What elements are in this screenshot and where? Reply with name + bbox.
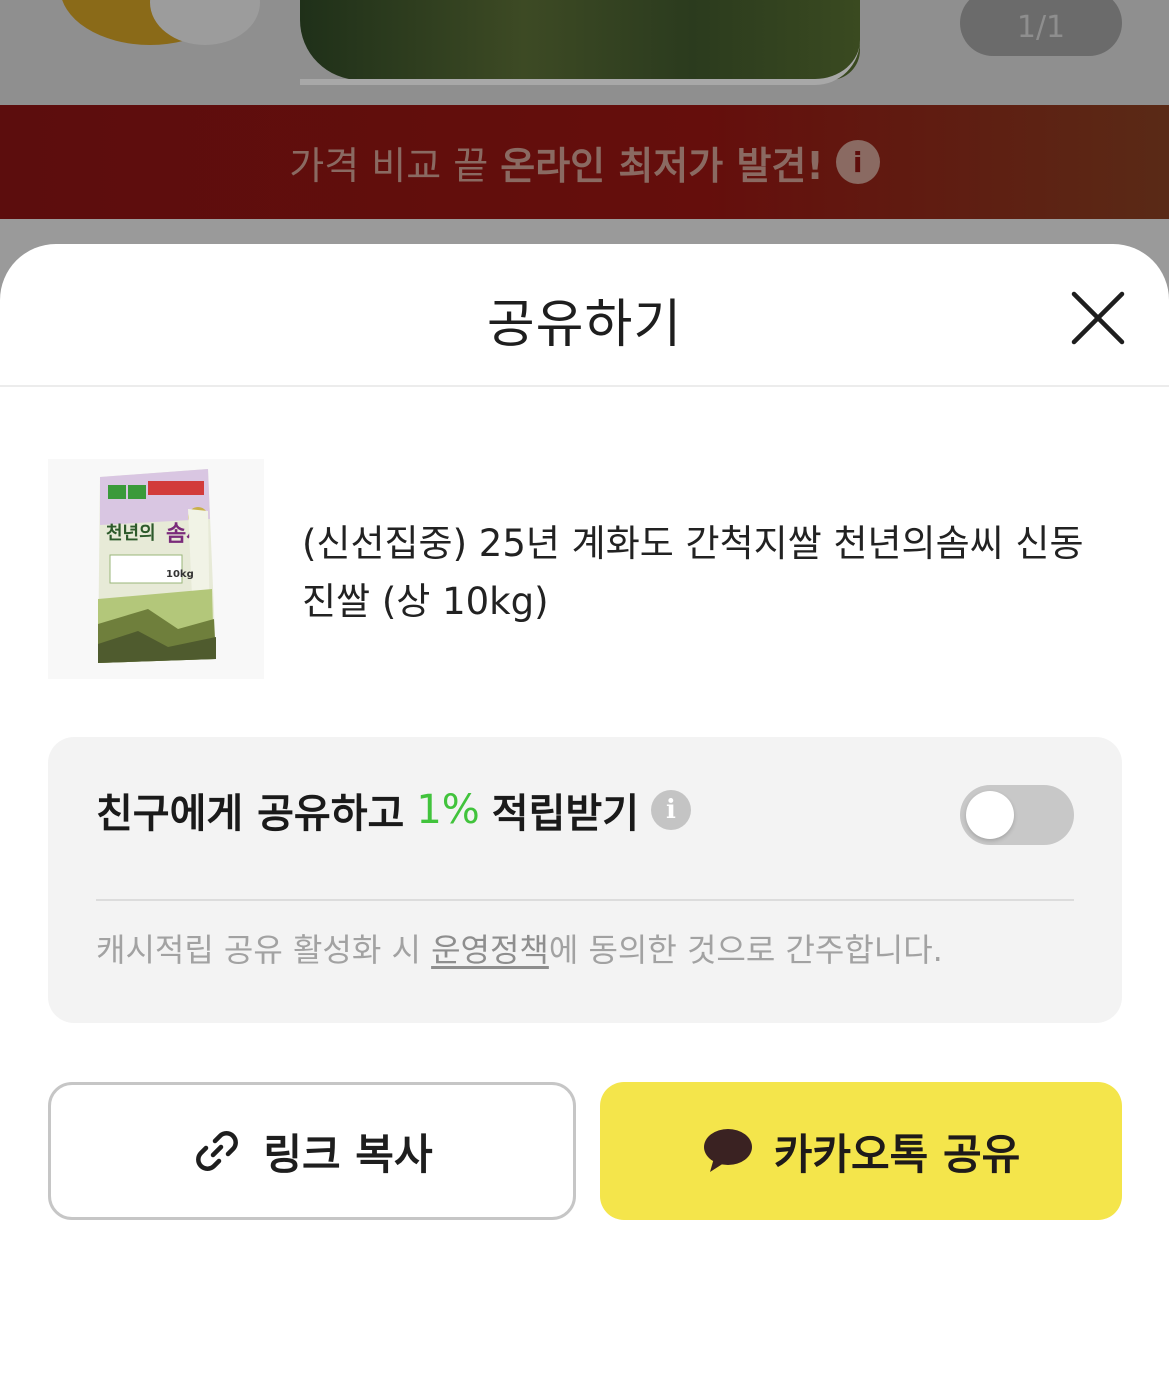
image-counter: 1/1 [960,0,1122,56]
cash-reward-box: 친구에게 공유하고 1% 적립받기 i 캐시적립 공유 활성화 시 운영정책에 … [48,737,1122,1023]
reward-title: 친구에게 공유하고 1% 적립받기 i [96,781,691,839]
svg-text:천년의: 천년의 [106,523,156,544]
policy-note-prefix: 캐시적립 공유 활성화 시 [96,931,421,969]
info-icon: i [835,140,880,184]
reward-title-suffix: 적립받기 [491,791,639,837]
close-icon [1071,291,1125,345]
toggle-knob [966,791,1014,839]
copy-link-button[interactable]: 링크 복사 [48,1082,576,1220]
policy-note-suffix: 에 동의한 것으로 간주합니다. [548,931,943,969]
product-name: (신선집중) 25년 계화도 간척지쌀 천년의솜씨 신동진쌀 (상 10kg) [302,522,1084,623]
lowest-price-banner: 가격 비교 끝 온라인 최저가 발견! i [0,105,1169,219]
info-icon[interactable]: i [651,790,691,830]
kakaotalk-share-button[interactable]: 카카오톡 공유 [600,1082,1122,1220]
kakaotalk-share-label: 카카오톡 공유 [773,1129,1021,1179]
sheet-title: 공유하기 [486,295,683,355]
sheet-header: 공유하기 [0,244,1169,387]
shared-product: 천년의 솜씨 10kg (신선집중) 25년 계화도 간척지쌀 천년의솜씨 신동… [48,459,1128,679]
reward-percent: 1% [416,787,480,833]
reward-policy-note: 캐시적립 공유 활성화 시 운영정책에 동의한 것으로 간주합니다. [96,925,943,971]
product-thumbnail: 천년의 솜씨 10kg [48,459,264,679]
reward-toggle[interactable] [960,785,1074,845]
close-button[interactable] [1062,282,1134,354]
banner-highlight: 온라인 최저가 발견! [500,143,824,188]
product-gallery-image-edge [300,40,860,85]
banner-text: 가격 비교 끝 [289,143,489,188]
copy-link-label: 링크 복사 [263,1129,433,1179]
reward-title-text: 친구에게 공유하고 [96,791,405,837]
link-icon [191,1125,243,1177]
share-sheet: 공유하기 천년의 솜씨 10kg (신선집중) 25년 계화도 간척지쌀 천년의… [0,244,1169,1393]
background-product-gallery: 1/1 [0,0,1169,105]
divider [96,899,1074,901]
speech-bubble-icon [702,1126,754,1176]
svg-text:10kg: 10kg [166,569,194,580]
policy-link[interactable]: 운영정책 [431,931,549,969]
